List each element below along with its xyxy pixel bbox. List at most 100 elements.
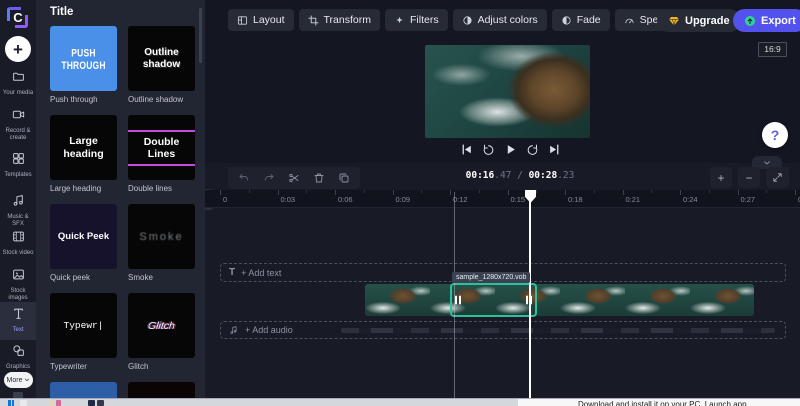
ruler-tick-label: 0:24 — [683, 195, 698, 204]
taskbar-icon[interactable] — [97, 400, 104, 406]
template-label: Push through — [50, 95, 98, 104]
ruler-tick — [795, 190, 796, 195]
ruler-tick — [680, 190, 681, 195]
sidebar-item-graphics[interactable]: Graphics — [0, 342, 36, 373]
zoom-in-button[interactable]: + — [710, 167, 732, 188]
delete-button[interactable] — [313, 172, 325, 184]
template-preview-text: Outline shadow — [142, 46, 181, 70]
sidebar-item-stock-video[interactable]: Stock video — [0, 228, 36, 259]
playhead-line — [529, 192, 531, 398]
seek-indicator-line — [454, 192, 455, 398]
create-new-button[interactable]: + — [5, 36, 31, 62]
template-preview-text: Smoke — [139, 230, 184, 243]
music-icon — [12, 194, 25, 207]
panel-scrollbar[interactable] — [199, 8, 202, 63]
tool-label: Layout — [253, 14, 285, 26]
record-icon — [12, 108, 25, 121]
redo-button[interactable] — [263, 172, 275, 184]
fade-button[interactable]: Fade — [551, 9, 610, 31]
split-button[interactable] — [288, 172, 300, 184]
sidebar-item-your-media[interactable]: Your media — [0, 68, 36, 99]
ruler-tick-label: 0:15 — [510, 195, 526, 204]
clipchamp-editor: Layout Transform Filters Adjust colors Fade S… — [0, 0, 800, 406]
fit-icon — [772, 172, 783, 183]
template-thumbnail: Large heading — [50, 115, 117, 180]
duplicate-icon — [338, 172, 350, 184]
skip-start-icon — [460, 143, 473, 156]
ruler-tick-label: 0:09 — [395, 195, 411, 204]
taskbar-icon[interactable] — [49, 400, 54, 406]
template-typewriter[interactable]: Typewr| Typewriter — [50, 293, 117, 371]
ruler-tick-label: 0:12 — [453, 195, 468, 204]
play-icon — [504, 143, 517, 156]
template-thumbnail: Typewr| — [50, 293, 117, 358]
skip-start-button[interactable] — [460, 143, 473, 156]
help-button[interactable]: ? — [762, 122, 788, 148]
text-track-icon: T — [229, 267, 236, 278]
trim-handle-left[interactable] — [455, 295, 461, 305]
adjust-colors-button[interactable]: Adjust colors — [452, 9, 547, 31]
taskbar-icon[interactable] — [20, 400, 27, 406]
filters-button[interactable]: Filters — [384, 9, 448, 31]
video-preview[interactable] — [425, 45, 590, 138]
add-audio-label: + Add audio — [245, 325, 293, 335]
duplicate-button[interactable] — [338, 172, 350, 184]
selected-clip[interactable] — [450, 283, 537, 317]
transform-button[interactable]: Transform — [298, 9, 380, 31]
ruler-minor-tick — [651, 190, 653, 193]
video-clip[interactable] — [365, 284, 754, 316]
taskbar-icon[interactable] — [88, 400, 95, 406]
ruler-minor-tick — [708, 190, 710, 193]
sidebar-item-label: Your media — [2, 90, 34, 96]
trash-icon — [313, 172, 325, 184]
windows-start-icon[interactable] — [8, 400, 15, 406]
ruler-minor-tick — [248, 190, 250, 193]
ruler-tick-label: 0 — [223, 195, 228, 204]
zoom-fit-button[interactable] — [766, 167, 789, 188]
add-audio-track[interactable]: + Add audio — [220, 321, 786, 339]
template-glitch[interactable]: Glitch Glitch — [128, 293, 195, 371]
template-thumbnail: Outline shadow — [128, 26, 195, 91]
timecode-separator: / — [511, 170, 529, 181]
template-push-through[interactable]: PUSH THROUGH Push through — [50, 26, 117, 104]
jump-forward-button[interactable] — [526, 143, 539, 156]
export-button[interactable]: Export — [733, 9, 800, 32]
template-large-heading[interactable]: Large heading Large heading — [50, 115, 117, 193]
layout-icon — [237, 15, 248, 26]
ruler-tick — [392, 190, 394, 195]
template-double-lines[interactable]: Double Lines Double lines — [128, 115, 195, 193]
ruler-tick — [565, 190, 566, 195]
skip-end-button[interactable] — [548, 143, 561, 156]
more-button[interactable]: More — [4, 372, 33, 388]
ruler-tick — [335, 190, 336, 195]
ruler-tick-label: 0:21 — [625, 195, 641, 204]
tool-label: Transform — [323, 14, 371, 26]
template-quick-peek[interactable]: Quick Peek Quick peek — [50, 204, 117, 282]
jump-back-button[interactable] — [482, 143, 495, 156]
play-button[interactable] — [504, 143, 517, 156]
template-smoke[interactable]: Smoke Smoke — [128, 204, 195, 282]
timeline-ruler[interactable]: 00:030:060:090:120:150:180:210:240:270:3… — [205, 190, 800, 208]
upgrade-button[interactable]: Upgrade — [657, 9, 741, 32]
layout-button[interactable]: Layout — [228, 9, 294, 31]
sidebar-item-record-create[interactable]: Record & create — [0, 106, 36, 144]
template-preview-text: Double Lines — [128, 129, 195, 166]
sidebar-item-templates[interactable]: Templates — [0, 150, 36, 181]
sidebar-item-music-sfx[interactable]: Music & SFX — [0, 192, 36, 230]
undo-icon — [238, 172, 250, 184]
text-icon — [12, 307, 25, 320]
upgrade-label: Upgrade — [685, 14, 730, 27]
template-thumbnail: PUSH THROUGH — [50, 26, 117, 91]
sidebar-item-text[interactable]: Text — [0, 302, 36, 340]
template-outline-shadow[interactable]: Outline shadow Outline shadow — [128, 26, 195, 104]
more-label: More — [6, 376, 23, 384]
taskbar-icon[interactable] — [56, 400, 61, 406]
fade-icon — [561, 15, 572, 26]
zoom-out-button[interactable]: − — [738, 167, 760, 188]
template-arc[interactable] — [50, 382, 117, 398]
sidebar-item-stock-images[interactable]: Stock images — [0, 266, 36, 304]
nav-sidebar: C + Your media Record & create Templates Mu… — [0, 0, 36, 398]
undo-button[interactable] — [238, 172, 250, 184]
template-dark-red[interactable] — [128, 382, 195, 398]
ruler-minor-tick — [306, 190, 308, 193]
